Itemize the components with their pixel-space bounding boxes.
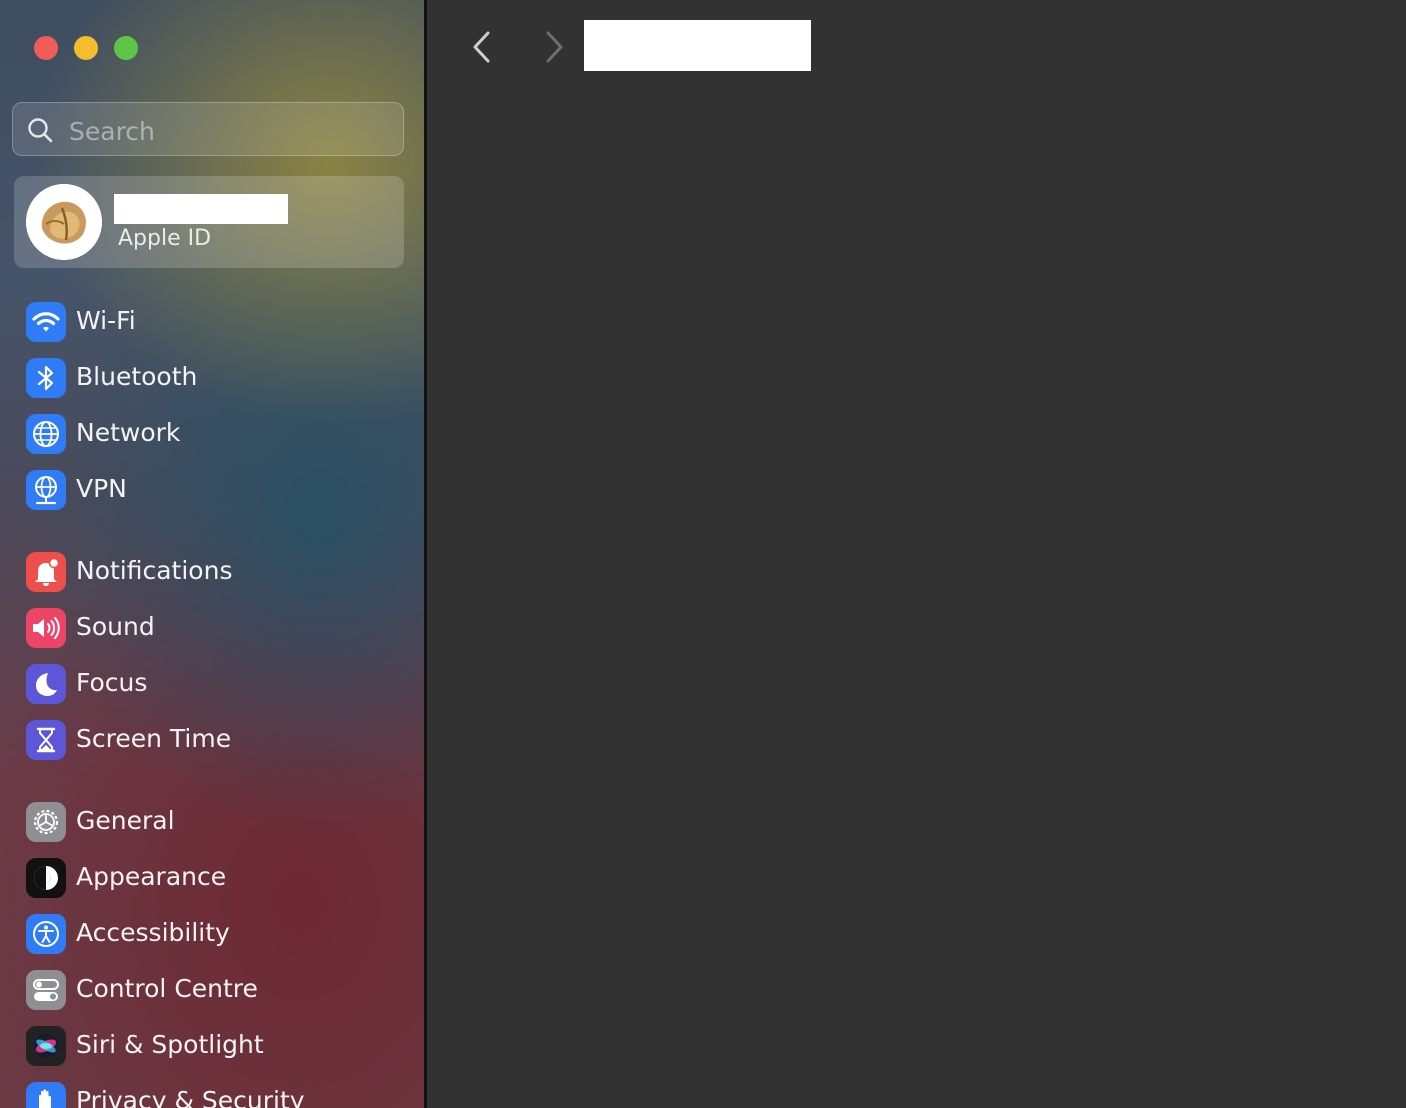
sidebar: Apple ID Wi-Fi Bluetooth [0,0,424,1108]
sidebar-item-wifi[interactable]: Wi-Fi [24,302,404,346]
accessibility-icon [26,914,66,954]
search-icon [28,118,53,143]
wifi-icon [26,302,66,342]
sidebar-item-label: General [76,806,175,835]
account-name [114,194,288,224]
appearance-icon [26,858,66,898]
system-settings-window: Apple ID Wi-Fi Bluetooth [0,0,1406,1108]
sidebar-item-label: Wi-Fi [76,306,136,335]
sidebar-item-label: Notifications [76,556,233,585]
sidebar-item-network[interactable]: Network [24,414,404,458]
zoom-window-button[interactable] [114,36,138,60]
sidebar-item-label: Siri & Spotlight [76,1030,264,1059]
sidebar-item-sound[interactable]: Sound [24,608,404,652]
search-field[interactable] [12,102,404,156]
sidebar-item-label: Bluetooth [76,362,198,391]
gear-icon [26,802,66,842]
siri-icon [26,1026,66,1066]
vpn-globe-icon [26,470,66,510]
toggles-icon [26,970,66,1010]
sidebar-item-label: Sound [76,612,155,641]
account-subtitle: Apple ID [118,226,212,251]
sidebar-item-screen-time[interactable]: Screen Time [24,720,404,764]
sidebar-item-label: Appearance [76,862,227,891]
avatar [26,184,102,260]
chevron-left-icon[interactable] [466,28,498,66]
hand-icon [26,1082,66,1108]
sidebar-item-vpn[interactable]: VPN [24,470,404,514]
close-window-button[interactable] [34,36,58,60]
fortune-cookie-avatar-icon [26,184,102,260]
apple-id-account-row[interactable]: Apple ID [14,176,404,268]
bell-icon [26,552,66,592]
sidebar-item-appearance[interactable]: Appearance [24,858,404,902]
page-title [584,20,811,71]
sidebar-item-accessibility[interactable]: Accessibility [24,914,404,958]
hourglass-icon [26,720,66,760]
sidebar-item-label: Privacy & Security [76,1086,305,1108]
detail-pane [427,0,1406,1108]
sidebar-item-control-centre[interactable]: Control Centre [24,970,404,1014]
sidebar-item-siri-spotlight[interactable]: Siri & Spotlight [24,1026,404,1070]
sidebar-item-label: VPN [76,474,127,503]
sidebar-item-notifications[interactable]: Notifications [24,552,404,596]
sidebar-item-label: Network [76,418,181,447]
sidebar-item-general[interactable]: General [24,802,404,846]
bluetooth-icon [26,358,66,398]
globe-icon [26,414,66,454]
sidebar-item-focus[interactable]: Focus [24,664,404,708]
chevron-right-icon[interactable] [538,28,570,66]
sidebar-item-bluetooth[interactable]: Bluetooth [24,358,404,402]
sidebar-item-label: Screen Time [76,724,232,753]
speaker-icon [26,608,66,648]
moon-icon [26,664,66,704]
sidebar-item-label: Control Centre [76,974,258,1003]
search-input[interactable] [67,111,391,151]
sidebar-item-label: Focus [76,668,148,697]
sidebar-item-label: Accessibility [76,918,230,947]
sidebar-item-privacy-security[interactable]: Privacy & Security [24,1082,404,1108]
minimize-window-button[interactable] [74,36,98,60]
